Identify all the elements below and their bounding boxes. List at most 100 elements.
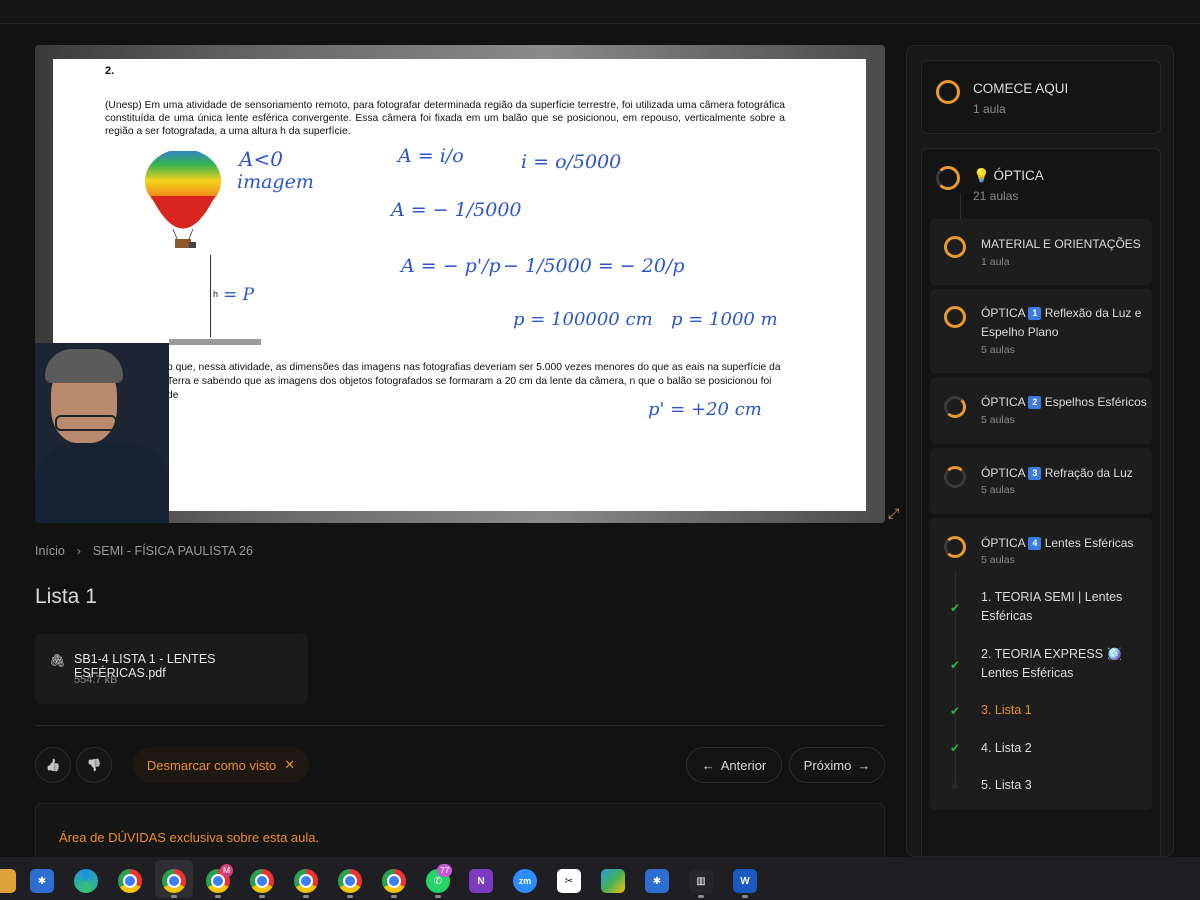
- handwriting-p-m: p = 1000 m: [671, 309, 778, 330]
- question-text-continued: o que, nessa atividade, as dimensões das…: [167, 362, 781, 401]
- submodule-prefix: ÓPTICA: [981, 536, 1026, 550]
- question-number: 2.: [105, 65, 115, 77]
- submodule-subtitle: 5 aulas: [981, 414, 1015, 426]
- teacher-glasses: [55, 415, 117, 431]
- onenote-icon[interactable]: N: [469, 869, 493, 893]
- doubts-panel[interactable]: Área de DÚVIDAS exclusiva sobre esta aul…: [35, 803, 885, 863]
- submodule-espelhos[interactable]: ÓPTICA 2 Espelhos Esféricos 5 aulas: [930, 378, 1152, 444]
- zoom-icon[interactable]: zm: [513, 869, 537, 893]
- teacher-torso: [35, 443, 169, 523]
- submodule-prefix: ÓPTICA: [981, 466, 1026, 480]
- handwriting-a-ratio: A = − p'/p: [401, 255, 501, 277]
- number-badge: 1: [1028, 307, 1042, 320]
- chrome-icon[interactable]: [294, 869, 318, 893]
- like-button[interactable]: 👍: [35, 747, 71, 783]
- height-line: [210, 255, 211, 337]
- submodule-prefix: ÓPTICA: [981, 395, 1026, 409]
- app-gear-icon[interactable]: ✱: [645, 869, 669, 893]
- chrome-icon[interactable]: [382, 869, 406, 893]
- close-icon: ✕: [284, 757, 296, 772]
- teacher-webcam: [35, 343, 169, 523]
- submodule-subtitle: 1 aula: [981, 256, 1010, 268]
- chrome-icon[interactable]: [118, 869, 142, 893]
- submodule-name: Espelhos Esféricos: [1044, 395, 1147, 409]
- number-badge: 2: [1028, 396, 1042, 409]
- submodule-name: Lentes Esféricas: [1044, 536, 1134, 550]
- previous-label: Anterior: [720, 757, 767, 773]
- submodule-name: Refração da Luz: [1044, 466, 1133, 480]
- taskbar-running-dot: [435, 895, 441, 898]
- height-label: h: [213, 289, 219, 299]
- previous-button[interactable]: ← Anterior: [686, 747, 782, 783]
- tree-line: [960, 193, 961, 219]
- file-explorer-icon[interactable]: [0, 869, 16, 893]
- taskbar-running-dot: [391, 895, 397, 898]
- dislike-button[interactable]: 👎: [76, 747, 112, 783]
- word-icon[interactable]: W: [733, 869, 757, 893]
- pending-dot: [952, 783, 958, 789]
- lesson-item-active[interactable]: 3. Lista 1: [981, 701, 1151, 720]
- taskbar-running-dot: [259, 895, 265, 898]
- submodule-title: ÓPTICA 4 Lentes Esféricas: [981, 534, 1149, 553]
- lesson-item[interactable]: 4. Lista 2: [981, 739, 1151, 758]
- attachment-size: 554.7 kB: [74, 674, 118, 686]
- submodule-title: ÓPTICA 3 Refração da Luz: [981, 464, 1149, 483]
- handwriting-a-formula: A = i/o: [398, 145, 464, 167]
- taskbar-running-dot: [303, 895, 309, 898]
- submodule-subtitle: 5 aulas: [981, 554, 1015, 566]
- exercise-sheet: 2. (Unesp) Em uma atividade de sensoriam…: [53, 59, 866, 511]
- lesson-item[interactable]: 1. TEORIA SEMI | Lentes Esféricas: [981, 588, 1151, 626]
- teacher-hair: [45, 349, 123, 383]
- submodule-lentes[interactable]: ÓPTICA 4 Lentes Esféricas 5 aulas ✔ 1. T…: [930, 518, 1152, 810]
- chevron-right-icon: ›: [76, 544, 81, 558]
- handwriting-a-negative: A<0: [239, 147, 283, 171]
- breadcrumb-course[interactable]: SEMI - FÍSICA PAULISTA 26: [93, 544, 253, 558]
- submodule-title: ÓPTICA 2 Espelhos Esféricos: [981, 393, 1149, 412]
- taskbar-running-dot: [171, 895, 177, 898]
- submodule-subtitle: 5 aulas: [981, 344, 1015, 356]
- whatsapp-badge: 77: [437, 864, 453, 877]
- lesson-item[interactable]: 5. Lista 3: [981, 776, 1151, 795]
- module-comece-aqui[interactable]: COMECE AQUI 1 aula: [921, 60, 1161, 134]
- check-icon: ✔: [950, 658, 961, 672]
- thumbs-down-icon: 👎: [86, 758, 102, 772]
- divider: [35, 725, 885, 726]
- unmark-watched-button[interactable]: Desmarcar como visto ✕: [133, 747, 309, 783]
- submodule-reflexao[interactable]: ÓPTICA 1 Reflexão da Luz e Espelho Plano…: [930, 289, 1152, 373]
- handwriting-equation: − 1/5000 = − 20/p: [503, 255, 685, 277]
- unmark-label: Desmarcar como visto: [146, 757, 277, 773]
- module-optica: 💡 ÓPTICA 21 aulas MATERIAL E ORIENTAÇÕES…: [921, 148, 1161, 856]
- app-gear-icon[interactable]: ✱: [30, 869, 54, 893]
- arrow-left-icon: ←: [701, 757, 715, 773]
- chrome-icon[interactable]: [162, 869, 186, 893]
- check-icon: ✔: [950, 741, 961, 755]
- grid-app-icon[interactable]: [601, 869, 625, 893]
- next-button[interactable]: Próximo →: [789, 747, 885, 783]
- progress-ring-icon: [944, 236, 966, 258]
- expand-icon[interactable]: ⤢: [888, 505, 904, 521]
- audio-app-icon[interactable]: ▥: [689, 869, 713, 893]
- chrome-icon[interactable]: [338, 869, 362, 893]
- browser-top-bar: [0, 0, 1200, 24]
- module-subtitle: 1 aula: [973, 102, 1006, 116]
- submodule-refracao[interactable]: ÓPTICA 3 Refração da Luz 5 aulas: [930, 448, 1152, 514]
- progress-ring-icon: [944, 306, 966, 328]
- question-text: (Unesp) Em uma atividade de sensoriament…: [105, 100, 785, 137]
- video-player[interactable]: 2. (Unesp) Em uma atividade de sensoriam…: [35, 45, 885, 523]
- check-icon: ✔: [950, 704, 961, 718]
- module-title[interactable]: 💡 ÓPTICA: [973, 168, 1044, 184]
- thumbs-up-icon: 👍: [45, 758, 61, 772]
- lesson-item[interactable]: 2. TEORIA EXPRESS 🪩 Lentes Esféricas: [981, 645, 1151, 683]
- capcut-icon[interactable]: ✂: [557, 869, 581, 893]
- submodule-material[interactable]: MATERIAL E ORIENTAÇÕES 1 aula: [930, 219, 1152, 285]
- next-label: Próximo: [803, 757, 852, 773]
- breadcrumb-home[interactable]: Início: [35, 544, 65, 558]
- submodule-prefix: ÓPTICA: [981, 306, 1026, 320]
- chrome-icon[interactable]: [250, 869, 274, 893]
- submodule-title: ÓPTICA 1 Reflexão da Luz e Espelho Plano: [981, 304, 1149, 342]
- edge-icon[interactable]: [74, 869, 98, 893]
- balloon-illustration: [145, 151, 221, 248]
- doubts-label: Área de DÚVIDAS exclusiva sobre esta aul…: [59, 830, 320, 845]
- attachment-card[interactable]: 🖇 SB1-4 LISTA 1 - LENTES ESFÉRICAS.pdf 5…: [35, 634, 308, 704]
- taskbar-running-dot: [347, 895, 353, 898]
